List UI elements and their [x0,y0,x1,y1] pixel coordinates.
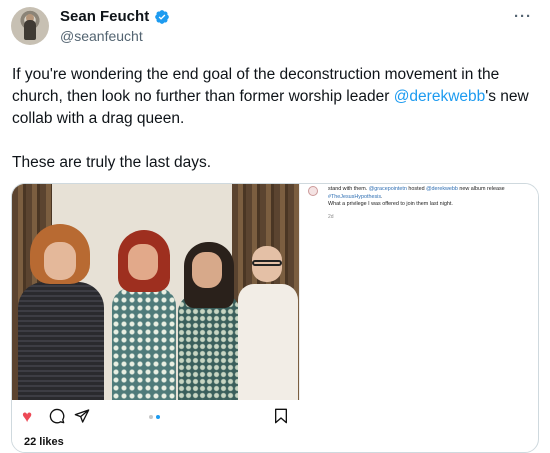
caption-mention-2[interactable]: @derekwebb [426,186,458,192]
caption-part-3: new album release [457,186,505,192]
person-1-face [44,242,76,280]
caption-avatar[interactable] [308,186,318,196]
embedded-caption: stand with them. @gracepointetn hosted @… [299,184,538,400]
person-2 [108,230,178,400]
comment-icon[interactable] [49,408,65,424]
caption-hashtag[interactable]: #TheJesusHypothesis [328,194,381,200]
person-2-body [112,288,176,400]
caption-time: 2d [328,214,334,220]
carousel-dot-active [156,415,160,419]
group-photo[interactable] [12,184,299,400]
tweet-paragraph-2: These are truly the last days. [12,154,212,171]
author-display-name[interactable]: Sean Feucht [60,8,149,25]
tweet-media[interactable]: stand with them. @gracepointetn hosted @… [11,183,539,453]
author-handle[interactable]: @seanfeucht [60,28,143,44]
caption-line-2: What a privilege I was offered to join t… [328,201,453,207]
heart-icon[interactable]: ♥ [22,408,32,426]
person-4 [236,242,298,400]
author-name-row: Sean Feucht [60,8,170,25]
person-2-face [128,244,158,280]
caption-part-2: hosted [406,186,427,192]
share-icon[interactable] [74,408,90,424]
person-3-body [178,294,240,400]
person-3-face [192,252,222,288]
tweet: Sean Feucht @seanfeucht ··· If you're wo… [0,0,550,453]
likes-count[interactable]: 22 likes [24,436,64,448]
person-4-body [238,284,298,400]
author-avatar[interactable] [11,7,49,45]
avatar-figure [24,20,36,40]
caption-mention-1[interactable]: @gracepointetn [369,186,407,192]
person-4-glasses [252,260,282,266]
caption-part-1: stand with them. [328,186,369,192]
tweet-paragraph-1: If you're wondering the end goal of the … [12,64,542,130]
carousel-indicator [149,415,160,419]
person-1-body [18,282,104,400]
caption-part-4: . [381,193,383,200]
mention-link[interactable]: @derekwebb [394,88,486,105]
person-3 [174,242,244,400]
tweet-text: If you're wondering the end goal of the … [12,64,542,196]
caption-text: stand with them. @gracepointetn hosted @… [328,186,533,209]
instagram-action-bar: ♥ 22 likes [12,400,299,452]
person-1 [16,224,104,400]
more-options-icon[interactable]: ··· [514,8,532,25]
verified-badge-icon [155,9,170,24]
carousel-dot [149,415,153,419]
bookmark-icon[interactable] [274,408,288,424]
